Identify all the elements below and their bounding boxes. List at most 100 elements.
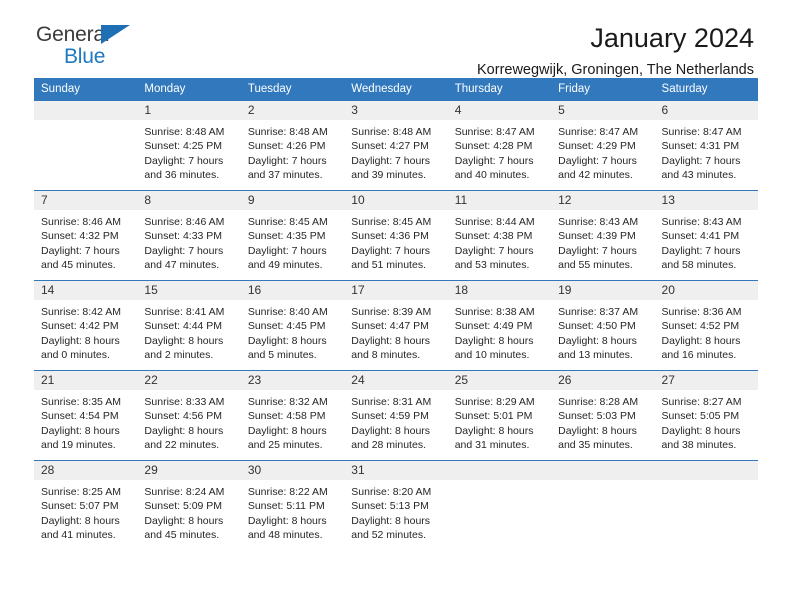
- day-number: 12: [551, 191, 655, 210]
- daylight-text-line2: and 10 minutes.: [454, 349, 530, 362]
- weekday-header-saturday: Saturday: [654, 78, 758, 101]
- sunset-text: Sunset: 4:52 PM: [661, 320, 740, 333]
- sunset-text: Sunset: 5:05 PM: [661, 410, 740, 423]
- sunset-text: Sunset: 4:58 PM: [247, 410, 326, 423]
- day-cell[interactable]: 13 Sunrise: 8:43 AM Sunset: 4:41 PM Dayligh…: [654, 190, 758, 281]
- day-number: 27: [654, 371, 758, 390]
- daylight-text-line2: and 47 minutes.: [144, 259, 220, 272]
- triangle-icon: [101, 25, 130, 44]
- daylight-text-line1: Daylight: 8 hours: [661, 424, 741, 437]
- day-cell[interactable]: 19 Sunrise: 8:37 AM Sunset: 4:50 PM Dayligh…: [551, 280, 655, 371]
- day-cell[interactable]: 29 Sunrise: 8:24 AM Sunset: 5:09 PM Dayligh…: [137, 460, 241, 551]
- day-cell-empty: [551, 460, 655, 551]
- day-cell[interactable]: 27 Sunrise: 8:27 AM Sunset: 5:05 PM Dayligh…: [654, 370, 758, 461]
- day-details: Sunrise: 8:28 AM Sunset: 5:03 PM Daylight:…: [551, 390, 654, 453]
- sunset-text: Sunset: 4:49 PM: [454, 320, 533, 333]
- daylight-text-line1: Daylight: 7 hours: [247, 154, 327, 167]
- day-cell[interactable]: 16 Sunrise: 8:40 AM Sunset: 4:45 PM Dayligh…: [240, 280, 345, 371]
- day-details: Sunrise: 8:25 AM Sunset: 5:07 PM Daylight:…: [34, 480, 137, 543]
- calendar-body: 1 Sunrise: 8:48 AM Sunset: 4:25 PM Daylight…: [34, 100, 758, 551]
- day-number: 26: [551, 371, 655, 390]
- sunset-text: Sunset: 4:44 PM: [144, 320, 223, 333]
- daylight-text-line1: Daylight: 7 hours: [558, 154, 637, 167]
- calendar-week-row: 7 Sunrise: 8:46 AM Sunset: 4:32 PM Daylight…: [34, 190, 758, 281]
- day-cell[interactable]: 7 Sunrise: 8:46 AM Sunset: 4:32 PM Daylight…: [34, 190, 138, 281]
- day-cell[interactable]: 30 Sunrise: 8:22 AM Sunset: 5:11 PM Dayligh…: [240, 460, 345, 551]
- day-number: 17: [344, 281, 448, 300]
- calendar-week-row: 21 Sunrise: 8:35 AM Sunset: 4:54 PM Dayligh…: [34, 370, 758, 461]
- generalblue-logo[interactable]: General Blue: [36, 24, 166, 72]
- day-number: 2: [240, 101, 345, 120]
- day-cell[interactable]: 1 Sunrise: 8:48 AM Sunset: 4:25 PM Daylight…: [137, 100, 241, 191]
- sunset-text: Sunset: 5:03 PM: [558, 410, 636, 423]
- sunrise-text: Sunrise: 8:46 AM: [144, 216, 225, 228]
- daylight-text-line2: and 41 minutes.: [41, 529, 116, 542]
- day-cell[interactable]: 6 Sunrise: 8:47 AM Sunset: 4:31 PM Daylight…: [654, 100, 758, 191]
- day-cell[interactable]: 17 Sunrise: 8:39 AM Sunset: 4:47 PM Dayligh…: [344, 280, 448, 371]
- day-cell[interactable]: 11 Sunrise: 8:44 AM Sunset: 4:38 PM Dayligh…: [447, 190, 552, 281]
- daylight-text-line1: Daylight: 8 hours: [247, 514, 327, 527]
- day-details: Sunrise: 8:42 AM Sunset: 4:42 PM Daylight:…: [34, 300, 137, 363]
- day-details: Sunrise: 8:41 AM Sunset: 4:44 PM Daylight:…: [137, 300, 240, 363]
- day-cell[interactable]: 9 Sunrise: 8:45 AM Sunset: 4:35 PM Daylight…: [240, 190, 345, 281]
- day-number: 24: [344, 371, 448, 390]
- day-number: 3: [344, 101, 448, 120]
- day-cell[interactable]: 18 Sunrise: 8:38 AM Sunset: 4:49 PM Dayligh…: [447, 280, 552, 371]
- sunset-text: Sunset: 5:11 PM: [247, 500, 325, 513]
- daylight-text-line1: Daylight: 7 hours: [351, 154, 431, 167]
- day-number: 20: [654, 281, 758, 300]
- daylight-text-line1: Daylight: 8 hours: [351, 334, 431, 347]
- day-details: Sunrise: 8:32 AM Sunset: 4:58 PM Daylight:…: [241, 390, 344, 453]
- daylight-text-line1: Daylight: 7 hours: [661, 154, 741, 167]
- daylight-text-line2: and 45 minutes.: [144, 529, 220, 542]
- daylight-text-line2: and 48 minutes.: [247, 529, 323, 542]
- day-cell[interactable]: 25 Sunrise: 8:29 AM Sunset: 5:01 PM Dayligh…: [447, 370, 552, 461]
- day-cell[interactable]: 3 Sunrise: 8:48 AM Sunset: 4:27 PM Daylight…: [344, 100, 448, 191]
- daylight-text-line1: Daylight: 7 hours: [351, 244, 431, 257]
- sunrise-text: Sunrise: 8:44 AM: [454, 216, 535, 228]
- sunset-text: Sunset: 4:38 PM: [454, 230, 533, 243]
- day-cell[interactable]: 22 Sunrise: 8:33 AM Sunset: 4:56 PM Dayligh…: [137, 370, 241, 461]
- day-cell[interactable]: 23 Sunrise: 8:32 AM Sunset: 4:58 PM Dayligh…: [240, 370, 345, 461]
- daylight-text-line1: Daylight: 8 hours: [454, 334, 534, 347]
- day-number: 1: [137, 101, 241, 120]
- daylight-text-line1: Daylight: 7 hours: [41, 244, 120, 257]
- day-cell[interactable]: 28 Sunrise: 8:25 AM Sunset: 5:07 PM Dayligh…: [34, 460, 138, 551]
- sunrise-text: Sunrise: 8:42 AM: [41, 306, 121, 318]
- page-header: General Blue January 2024 Korrewegwijk, …: [34, 0, 758, 78]
- day-cell[interactable]: 14 Sunrise: 8:42 AM Sunset: 4:42 PM Dayligh…: [34, 280, 138, 371]
- day-cell[interactable]: 31 Sunrise: 8:20 AM Sunset: 5:13 PM Dayligh…: [344, 460, 448, 551]
- sunrise-text: Sunrise: 8:48 AM: [144, 126, 225, 138]
- sunrise-text: Sunrise: 8:40 AM: [247, 306, 328, 318]
- calendar-page: General Blue January 2024 Korrewegwijk, …: [0, 0, 792, 612]
- sunset-text: Sunset: 4:41 PM: [661, 230, 740, 243]
- day-cell[interactable]: 21 Sunrise: 8:35 AM Sunset: 4:54 PM Dayligh…: [34, 370, 138, 461]
- day-number: 29: [137, 461, 241, 480]
- day-cell[interactable]: 5 Sunrise: 8:47 AM Sunset: 4:29 PM Daylight…: [551, 100, 655, 191]
- daylight-text-line2: and 22 minutes.: [144, 439, 220, 452]
- day-number: 28: [34, 461, 138, 480]
- day-cell[interactable]: 26 Sunrise: 8:28 AM Sunset: 5:03 PM Dayligh…: [551, 370, 655, 461]
- day-cell-empty: [34, 100, 138, 191]
- weekday-header-friday: Friday: [551, 78, 655, 101]
- sunrise-text: Sunrise: 8:29 AM: [454, 396, 535, 408]
- day-cell[interactable]: 15 Sunrise: 8:41 AM Sunset: 4:44 PM Dayligh…: [137, 280, 241, 371]
- day-cell[interactable]: 24 Sunrise: 8:31 AM Sunset: 4:59 PM Dayligh…: [344, 370, 448, 461]
- daylight-text-line1: Daylight: 7 hours: [144, 154, 224, 167]
- calendar-table: Sunday Monday Tuesday Wednesday Thursday Frid…: [34, 78, 758, 551]
- day-cell[interactable]: 4 Sunrise: 8:47 AM Sunset: 4:28 PM Daylight…: [447, 100, 552, 191]
- day-number: 6: [654, 101, 758, 120]
- day-cell[interactable]: 2 Sunrise: 8:48 AM Sunset: 4:26 PM Daylight…: [240, 100, 345, 191]
- daylight-text-line2: and 37 minutes.: [247, 169, 323, 182]
- day-cell[interactable]: 10 Sunrise: 8:45 AM Sunset: 4:36 PM Dayligh…: [344, 190, 448, 281]
- day-number: 18: [447, 281, 552, 300]
- day-details: Sunrise: 8:38 AM Sunset: 4:49 PM Daylight:…: [448, 300, 551, 363]
- day-number: 31: [344, 461, 448, 480]
- day-cell[interactable]: 12 Sunrise: 8:43 AM Sunset: 4:39 PM Dayligh…: [551, 190, 655, 281]
- daylight-text-line2: and 52 minutes.: [351, 529, 426, 542]
- day-cell[interactable]: 20 Sunrise: 8:36 AM Sunset: 4:52 PM Dayligh…: [654, 280, 758, 371]
- daylight-text-line2: and 19 minutes.: [41, 439, 116, 452]
- sunrise-text: Sunrise: 8:39 AM: [351, 306, 432, 318]
- sunrise-text: Sunrise: 8:41 AM: [144, 306, 225, 318]
- day-cell[interactable]: 8 Sunrise: 8:46 AM Sunset: 4:33 PM Daylight…: [137, 190, 241, 281]
